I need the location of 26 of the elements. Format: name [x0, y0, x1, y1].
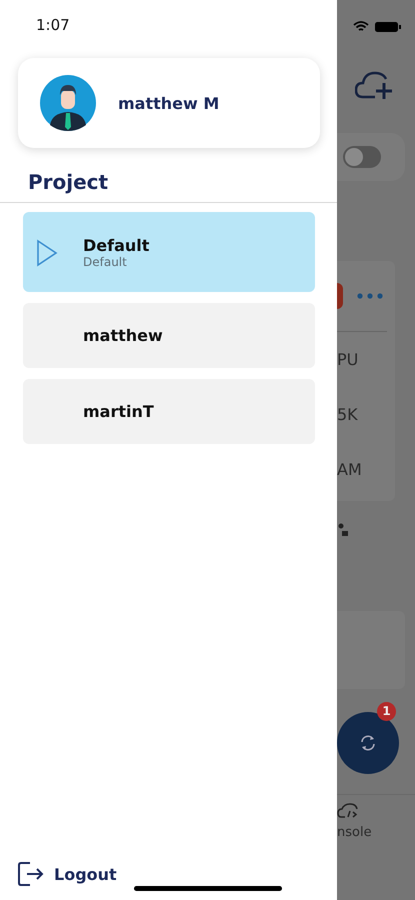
status-time: 1:07 [36, 16, 71, 34]
project-subtitle: Default [83, 254, 128, 268]
project-name: matthew [83, 326, 163, 345]
project-item[interactable]: martinT [23, 379, 315, 444]
stat-label: 5K [337, 404, 359, 426]
more-icon[interactable] [357, 293, 383, 299]
project-item[interactable]: Default Default [23, 212, 315, 292]
profile-card[interactable]: matthew M [18, 58, 320, 148]
wifi-icon [353, 21, 369, 33]
toggle-switch[interactable] [343, 146, 381, 168]
notification-badge: 1 [377, 702, 396, 721]
logout-link[interactable]: Logout [54, 864, 117, 884]
cloud-plus-icon[interactable] [355, 71, 395, 101]
project-item[interactable]: matthew [23, 303, 315, 368]
sync-icon [358, 733, 378, 753]
project-name: martinT [83, 402, 154, 421]
logout-icon [16, 860, 44, 888]
user-name: matthew M [118, 94, 220, 112]
play-icon [36, 239, 58, 267]
avatar-icon [40, 75, 96, 131]
status-icon [337, 283, 343, 309]
section-title: Project [28, 170, 110, 194]
project-name: Default [83, 236, 150, 254]
stat-label: AM [337, 459, 363, 481]
stat-label: PU [337, 349, 360, 371]
battery-icon [375, 21, 401, 33]
